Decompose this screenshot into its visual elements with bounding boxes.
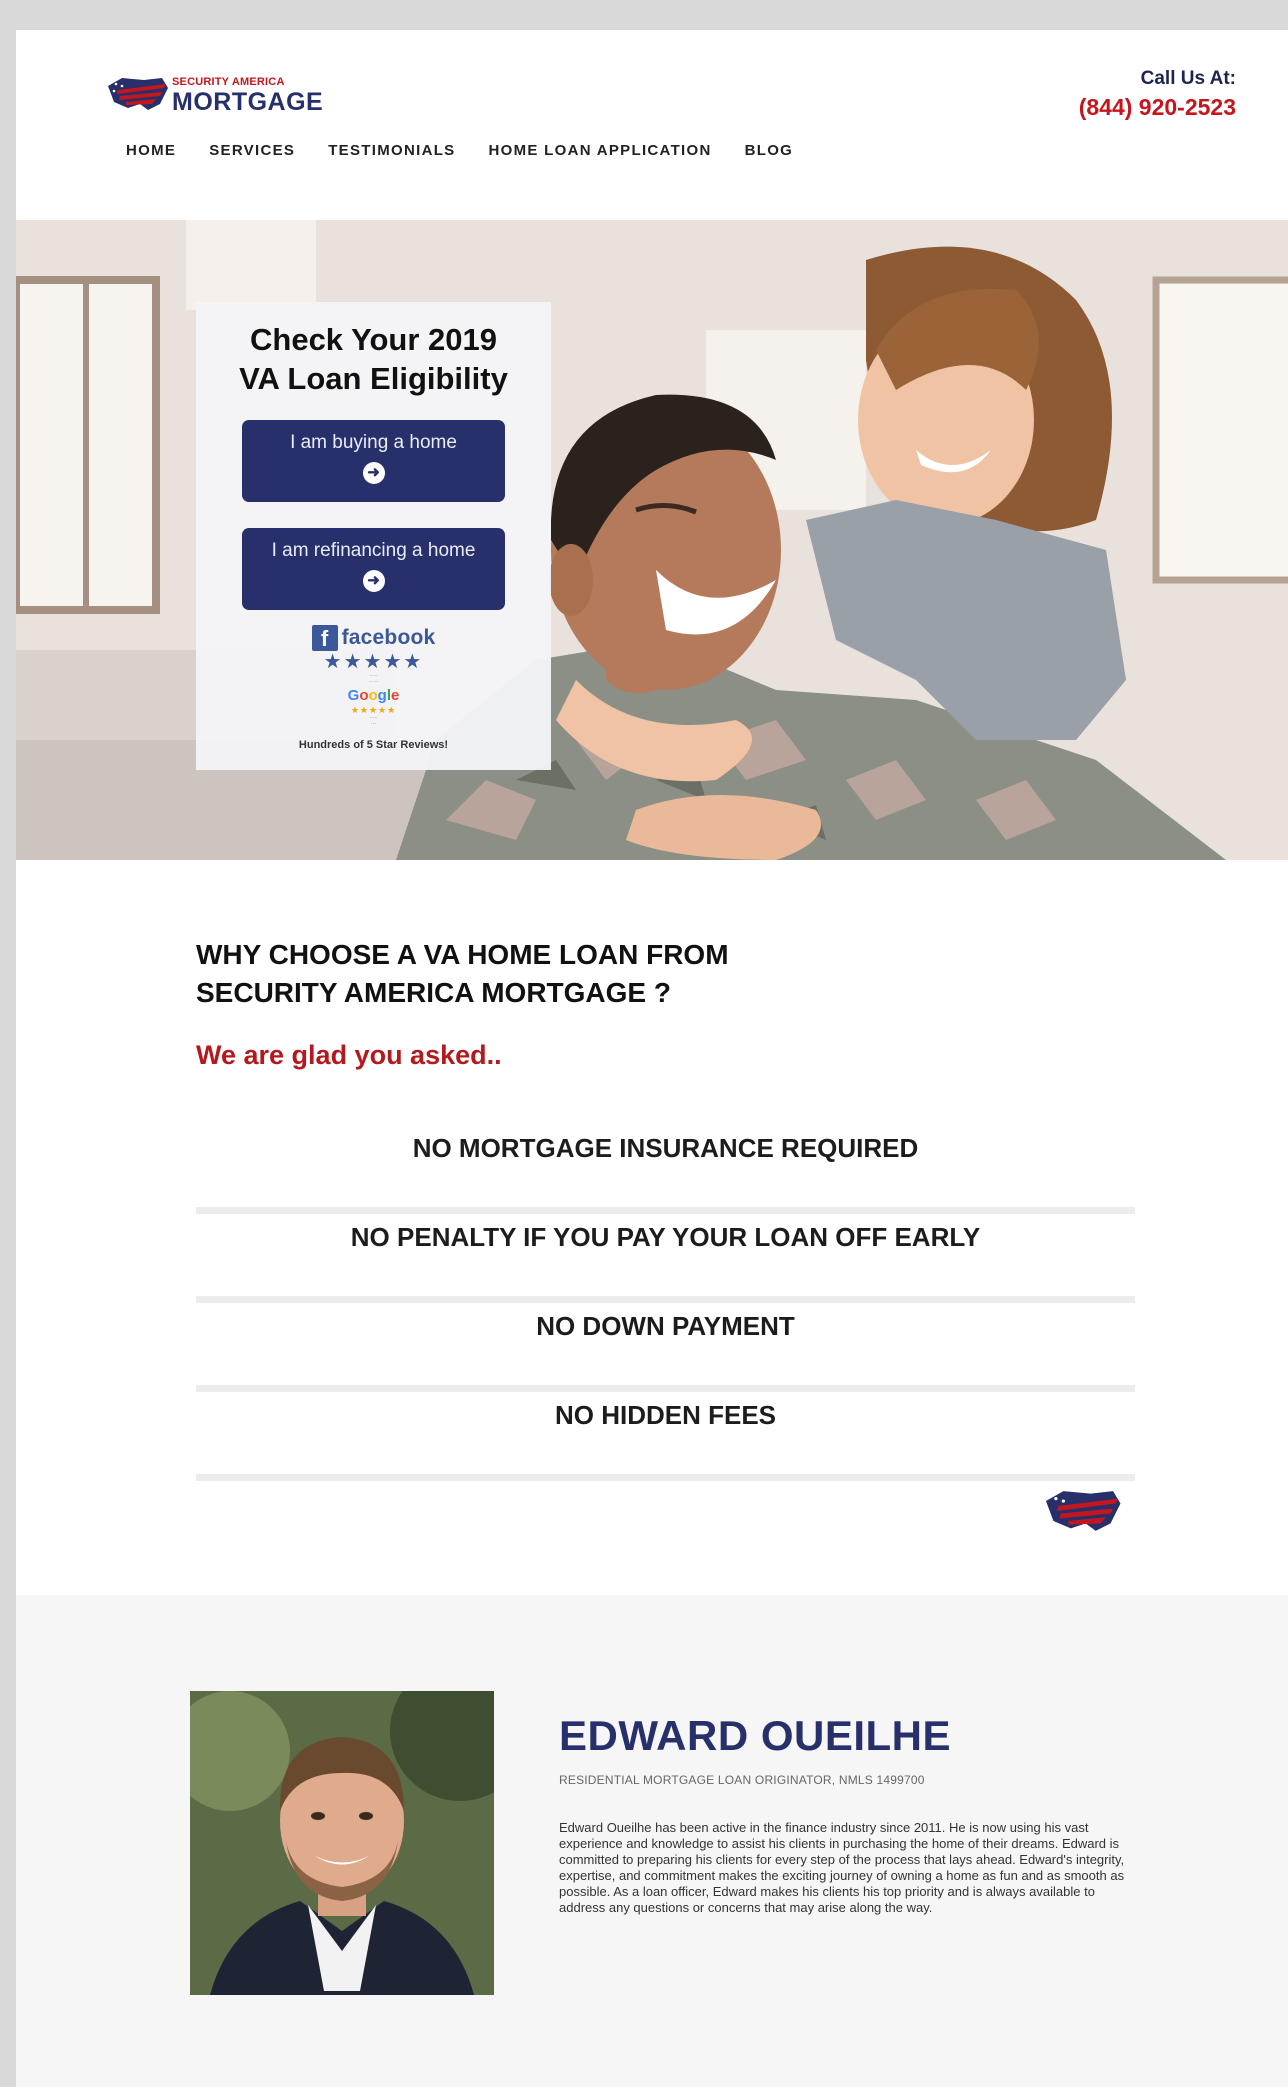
fine-print-decoration-2: ····· ··· bbox=[369, 715, 378, 727]
benefit-item: NO PENALTY IF YOU PAY YOUR LOAN OFF EARL… bbox=[196, 1214, 1135, 1303]
benefit-item: NO HIDDEN FEES bbox=[196, 1392, 1135, 1481]
benefit-label: NO MORTGAGE INSURANCE REQUIRED bbox=[412, 1133, 919, 1163]
loan-officer-role: RESIDENTIAL MORTGAGE LOAN ORIGINATOR, NM… bbox=[559, 1773, 925, 1787]
benefit-item: NO DOWN PAYMENT bbox=[196, 1303, 1135, 1392]
benefit-label: NO PENALTY IF YOU PAY YOUR LOAN OFF EARL… bbox=[350, 1222, 981, 1252]
facebook-label: facebook bbox=[341, 626, 436, 649]
refinancing-home-label: I am refinancing a home bbox=[271, 540, 476, 561]
why-subtitle: We are glad you asked.. bbox=[196, 1040, 502, 1070]
main-nav: HOME SERVICES TESTIMONIALS HOME LOAN APP… bbox=[126, 142, 793, 159]
phone-link[interactable]: (844) 920-2523 bbox=[1079, 94, 1236, 121]
eligibility-title: Check Your 2019 VA Loan Eligibility bbox=[196, 320, 551, 398]
loan-officer-description: Edward Oueilhe has been active in the fi… bbox=[559, 1820, 1125, 1915]
buying-home-label: I am buying a home bbox=[290, 432, 457, 453]
facebook-icon: f bbox=[311, 625, 338, 651]
hero-banner: Check Your 2019 VA Loan Eligibility I am… bbox=[16, 220, 1288, 860]
page: SECURITY AMERICA MORTGAGE Call Us At: (8… bbox=[16, 30, 1288, 2087]
usa-map-flag-icon bbox=[1045, 1491, 1121, 1531]
logo-tagline: SECURITY AMERICA bbox=[172, 76, 285, 88]
refinancing-home-button[interactable]: I am refinancing a home ➜ bbox=[242, 528, 505, 610]
loan-officer-bio: EDWARD OUEILHE RESIDENTIAL MORTGAGE LOAN… bbox=[16, 1595, 1288, 2087]
call-us-label: Call Us At: bbox=[1140, 68, 1236, 89]
nav-home[interactable]: HOME bbox=[126, 142, 176, 159]
benefit-label: NO DOWN PAYMENT bbox=[536, 1311, 795, 1341]
arrow-right-icon: ➜ bbox=[362, 462, 385, 484]
eligibility-title-line1: Check Your 2019 bbox=[250, 322, 497, 357]
why-choose-heading-line2: SECURITY AMERICA MORTGAGE ? bbox=[196, 977, 671, 1008]
benefits-list: NO MORTGAGE INSURANCE REQUIRED NO PENALT… bbox=[196, 1125, 1135, 1481]
benefit-item: NO MORTGAGE INSURANCE REQUIRED bbox=[196, 1125, 1135, 1214]
nav-services[interactable]: SERVICES bbox=[209, 142, 295, 159]
facebook-rating[interactable]: f facebook bbox=[196, 625, 551, 651]
google-five-stars-icon: ★★★★★ bbox=[350, 705, 397, 715]
fine-print-decoration: ····· ······ bbox=[368, 673, 379, 685]
nav-testimonials[interactable]: TESTIMONIALS bbox=[328, 142, 455, 159]
logo[interactable]: SECURITY AMERICA MORTGAGE bbox=[104, 70, 344, 120]
facebook-five-stars-icon: ★★★★★ bbox=[323, 651, 424, 673]
google-logo-icon[interactable]: Google bbox=[196, 687, 551, 705]
logo-wordmark: MORTGAGE bbox=[172, 88, 324, 116]
eligibility-card: Check Your 2019 VA Loan Eligibility I am… bbox=[196, 302, 551, 770]
nav-home-loan-application[interactable]: HOME LOAN APPLICATION bbox=[488, 142, 711, 159]
why-choose-heading: WHY CHOOSE A VA HOME LOAN FROM SECURITY … bbox=[196, 936, 729, 1012]
why-choose-heading-line1: WHY CHOOSE A VA HOME LOAN FROM bbox=[196, 939, 729, 970]
eligibility-title-line2: VA Loan Eligibility bbox=[239, 361, 508, 396]
call-us-block: Call Us At: (844) 920-2523 bbox=[1079, 68, 1236, 121]
nav-blog[interactable]: BLOG bbox=[745, 142, 794, 159]
buying-home-button[interactable]: I am buying a home ➜ bbox=[242, 420, 505, 502]
loan-officer-name: EDWARD OUEILHE bbox=[559, 1712, 952, 1759]
benefit-label: NO HIDDEN FEES bbox=[554, 1400, 777, 1430]
reviews-caption: Hundreds of 5 Star Reviews! bbox=[298, 739, 449, 751]
loan-officer-portrait bbox=[190, 1691, 494, 1995]
usa-map-flag-icon bbox=[108, 78, 168, 110]
arrow-right-icon: ➜ bbox=[362, 570, 385, 592]
